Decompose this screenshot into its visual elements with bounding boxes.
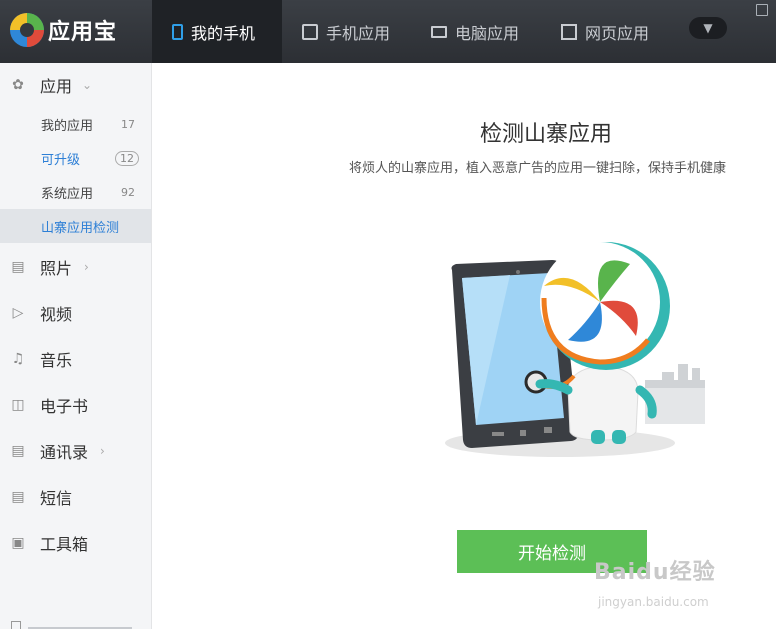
watermark-url: jingyan.baidu.com: [598, 595, 709, 609]
music-icon: ♫: [11, 351, 25, 367]
sidebar-item-label: 照片: [40, 259, 73, 278]
tab-my-phone[interactable]: 我的手机: [152, 0, 282, 63]
count-badge: 92: [121, 185, 135, 199]
monitor-icon: [431, 25, 447, 38]
photo-icon: ▤: [11, 259, 25, 275]
webpage-icon: [561, 23, 577, 40]
sidebar-subitem-fake-app-detect[interactable]: 山寨应用检测: [0, 209, 151, 243]
app-logo[interactable]: 应用宝: [10, 13, 117, 47]
sidebar-item-contacts[interactable]: ▤ 通讯录 ›: [0, 433, 151, 469]
chevron-down-icon: ⌄: [82, 78, 93, 92]
subitem-label: 可升级: [41, 152, 81, 168]
sidebar-subitem-my-apps[interactable]: 我的应用 17: [0, 107, 151, 141]
phone-status-icon[interactable]: [11, 621, 21, 629]
yingyongbao-logo-icon: [10, 13, 44, 47]
ebook-icon: ◫: [11, 397, 25, 413]
window-restore-icon[interactable]: [756, 4, 768, 16]
sidebar-item-label: 音乐: [40, 351, 73, 370]
doctor-mascot-illustration: [445, 242, 705, 457]
sms-icon: ▤: [11, 489, 25, 505]
subitem-label: 系统应用: [41, 186, 94, 202]
subitem-label: 我的应用: [41, 118, 94, 134]
sidebar: ✿ 应用 ⌄ 我的应用 17 可升级 12 系统应用 92 山寨应用检测 ▤ 照…: [0, 63, 152, 629]
sidebar-subitem-system-apps[interactable]: 系统应用 92: [0, 175, 151, 209]
download-button[interactable]: ▼: [689, 17, 727, 39]
tab-label: 电脑应用: [455, 23, 520, 43]
app-name: 应用宝: [48, 20, 118, 45]
sidebar-item-music[interactable]: ♫ 音乐: [0, 341, 151, 377]
sidebar-item-label: 通讯录: [40, 443, 89, 462]
count-badge: 17: [121, 117, 135, 131]
tab-web-apps[interactable]: 网页应用: [540, 0, 670, 63]
video-icon: ▷: [12, 305, 24, 321]
top-bar: 应用宝 我的手机 手机应用 电脑应用 网页应用 ▼: [0, 0, 776, 63]
tab-pc-apps[interactable]: 电脑应用: [410, 0, 540, 63]
sidebar-item-label: 短信: [40, 489, 73, 508]
sidebar-item-apps[interactable]: ✿ 应用 ⌄: [0, 67, 151, 103]
sidebar-item-label: 应用: [40, 77, 73, 96]
sidebar-item-video[interactable]: ▷ 视频: [0, 295, 151, 331]
toolbox-icon: ▣: [11, 535, 25, 551]
subitem-label: 山寨应用检测: [41, 220, 120, 236]
sidebar-subitem-upgradable[interactable]: 可升级 12: [0, 141, 151, 175]
phone-icon: [172, 23, 183, 40]
sidebar-item-toolbox[interactable]: ▣ 工具箱: [0, 525, 151, 561]
count-badge: 12: [115, 150, 139, 166]
tab-phone-apps[interactable]: 手机应用: [282, 0, 410, 63]
bag-icon: [302, 23, 318, 40]
sidebar-item-label: 电子书: [40, 397, 89, 416]
sidebar-item-ebook[interactable]: ◫ 电子书: [0, 387, 151, 423]
page-subtitle: 将烦人的山寨应用，植入恶意广告的应用一键扫除，保持手机健康: [349, 161, 727, 176]
sidebar-item-label: 视频: [40, 305, 73, 324]
chevron-right-icon: ›: [100, 444, 105, 458]
contacts-icon: ▤: [11, 443, 25, 459]
apps-icon: ✿: [12, 77, 24, 93]
sidebar-item-sms[interactable]: ▤ 短信: [0, 479, 151, 515]
sidebar-item-photos[interactable]: ▤ 照片 ›: [0, 249, 151, 285]
baidu-watermark: Baidu经验: [594, 560, 716, 585]
tab-label: 网页应用: [585, 23, 650, 43]
tab-label: 手机应用: [326, 23, 391, 43]
tab-label: 我的手机: [191, 23, 256, 43]
download-arrow-icon: ▼: [703, 21, 713, 35]
page-title: 检测山寨应用: [480, 122, 613, 147]
sidebar-item-label: 工具箱: [40, 535, 89, 554]
chevron-right-icon: ›: [84, 260, 89, 274]
